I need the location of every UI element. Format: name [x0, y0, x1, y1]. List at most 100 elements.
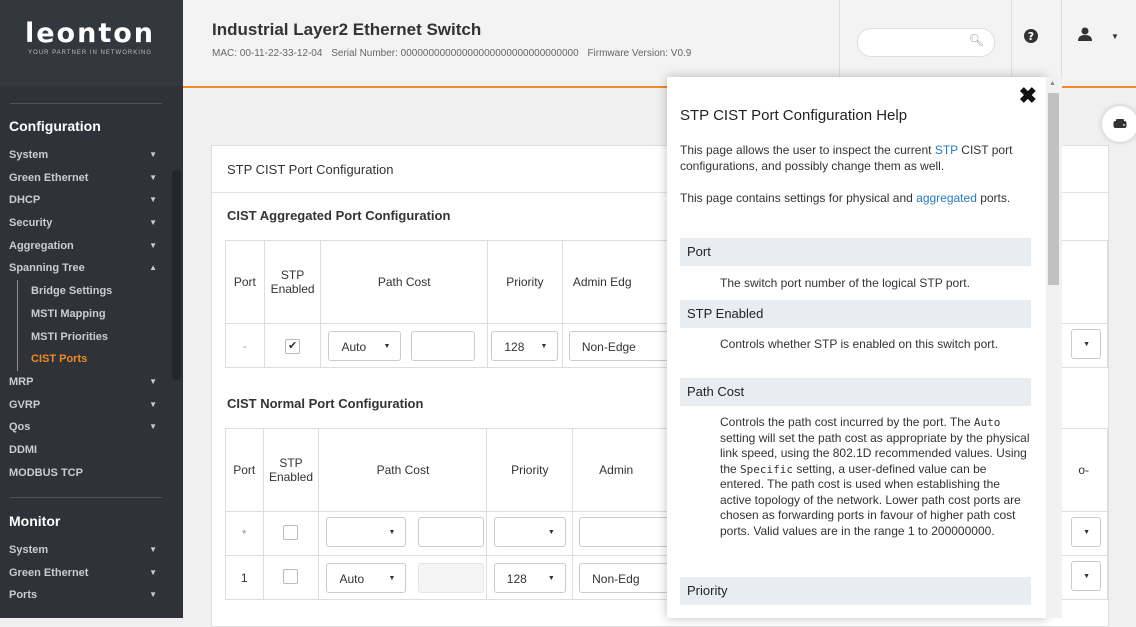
sidebar-item-ddmi[interactable]: DDMI [0, 439, 170, 462]
help-section-path-cost: Path Cost [680, 378, 1031, 406]
path-cost-input[interactable] [410, 330, 475, 361]
sidebar-item-label: Security [9, 217, 53, 230]
sidebar-scrollbar[interactable] [172, 170, 181, 380]
hidden-select[interactable]: ▼ [1071, 561, 1101, 591]
sidebar-item-system[interactable]: System ▼ [0, 144, 170, 167]
sidebar-item-green-ethernet[interactable]: Green Ethernet ▼ [0, 167, 170, 190]
sidebar-item-msti-priorities[interactable]: MSTI Priorities [0, 325, 170, 349]
sidebar-item-label: MODBUS TCP [9, 466, 83, 479]
sidebar-item-cist-ports[interactable]: CIST Ports [0, 348, 170, 371]
help-text: This page allows the user to inspect the… [680, 143, 935, 157]
path-cost-input[interactable] [417, 517, 484, 547]
help-popup: ✖ STP CIST Port Configuration Help This … [667, 77, 1047, 618]
scroll-up-icon[interactable]: ▲ [1049, 80, 1056, 87]
chevron-down-icon: ▼ [149, 545, 157, 554]
select-value: Auto [339, 571, 365, 586]
sidebar-item-bridge-settings[interactable]: Bridge Settings [0, 280, 170, 303]
sidebar-item-label: MRP [9, 375, 34, 388]
sidebar-item-label: Aggregation [9, 239, 74, 252]
sidebar-item-label: DHCP [9, 194, 41, 207]
path-cost-input[interactable] [417, 562, 484, 593]
help-desc-stp-enabled: Controls whether STP is enabled on this … [720, 337, 998, 351]
chevron-down-icon: ▼ [1083, 573, 1090, 580]
chevron-down-icon: ▼ [149, 376, 157, 386]
column-header-path-cost: Path Cost [320, 240, 488, 324]
select-value: Non-Edge [581, 339, 636, 354]
priority-select[interactable]: 128 ▼ [493, 562, 566, 593]
aggregated-link[interactable]: aggregated [916, 191, 977, 205]
user-icon[interactable] [1077, 26, 1093, 47]
select-value: 128 [506, 571, 527, 586]
scrollbar-thumb[interactable] [1048, 93, 1059, 285]
select-value: 128 [504, 339, 525, 354]
help-section-stp-enabled: STP Enabled [680, 300, 1031, 328]
page-title: Industrial Layer2 Ethernet Switch [212, 20, 482, 39]
sidebar-item-aggregation[interactable]: Aggregation ▼ [0, 235, 170, 258]
port-cell: * [225, 511, 264, 556]
sidebar-item-msti-mapping[interactable]: MSTI Mapping [0, 302, 170, 326]
help-scrollbar[interactable]: ▲ [1046, 77, 1062, 618]
help-text: Controls the path cost incurred by the p… [720, 415, 974, 429]
chevron-down-icon: ▼ [149, 590, 157, 600]
sidebar-item-monitor-system[interactable]: System ▼ [0, 539, 170, 562]
chevron-down-icon: ▼ [547, 529, 555, 536]
search-input[interactable]: 🔍︎ [857, 28, 995, 57]
stp-enabled-checkbox[interactable]: ✔ [285, 338, 301, 354]
column-header-stp-enabled: STP Enabled [262, 428, 320, 512]
path-cost-select[interactable]: ▼ [326, 517, 407, 547]
sidebar-divider [10, 497, 162, 498]
column-header-port: Port [225, 240, 265, 324]
priority-cell: ▼ [486, 511, 574, 556]
sidebar-item-label: Green Ethernet [9, 171, 89, 184]
stp-link[interactable]: STP [935, 143, 958, 157]
sidebar-item-monitor-ports[interactable]: Ports ▼ [0, 584, 170, 607]
sidebar-item-label: DDMI [9, 443, 38, 456]
chevron-down-icon[interactable]: ▼ [1111, 32, 1119, 41]
chevron-down-icon: ▼ [540, 342, 548, 350]
column-header-path-cost: Path Cost [318, 428, 488, 512]
stp-enabled-checkbox[interactable] [283, 524, 299, 540]
sidebar-heading-monitor: Monitor [9, 513, 61, 529]
column-header-stp-enabled: STP Enabled [263, 240, 322, 324]
sidebar: leonton YOUR PARTNER IN NETWORKING Confi… [0, 0, 183, 618]
sidebar-item-label: Ports [9, 589, 38, 602]
help-title: STP CIST Port Configuration Help [680, 107, 908, 124]
header-divider [839, 0, 840, 86]
port-cell: 1 [225, 555, 264, 600]
path-cost-cell: ▼ [318, 511, 488, 556]
column-header-priority: Priority [486, 428, 574, 512]
priority-select[interactable]: 128 ▼ [491, 330, 559, 361]
sidebar-item-monitor-green-ethernet[interactable]: Green Ethernet ▼ [0, 562, 170, 585]
hdd-icon[interactable] [1102, 106, 1136, 142]
help-icon[interactable]: ? [1021, 28, 1041, 48]
path-cost-select[interactable]: Auto ▼ [326, 562, 407, 593]
chevron-up-icon: ▲ [149, 263, 157, 273]
sidebar-item-qos[interactable]: Qos ▼ [0, 416, 170, 439]
firmware-version: Firmware Version: V0.9 [587, 48, 692, 59]
close-icon[interactable]: ✖ [1019, 83, 1037, 109]
aggregated-section-title: CIST Aggregated Port Configuration [227, 208, 451, 223]
sidebar-item-security[interactable]: Security ▼ [0, 212, 170, 235]
sidebar-item-modbus-tcp[interactable]: MODBUS TCP [0, 462, 170, 485]
hidden-select[interactable]: ▼ [1071, 329, 1101, 359]
column-header-port: Port [225, 428, 264, 512]
chevron-down-icon: ▼ [149, 422, 157, 432]
sidebar-item-dhcp[interactable]: DHCP ▼ [0, 189, 170, 212]
sidebar-item-gvrp[interactable]: GVRP ▼ [0, 394, 170, 417]
sidebar-item-spanning-tree[interactable]: Spanning Tree ▲ [0, 257, 170, 280]
path-cost-select[interactable]: Auto ▼ [328, 330, 402, 361]
logo[interactable]: leonton YOUR PARTNER IN NETWORKING [10, 20, 170, 57]
sidebar-item-label: System [9, 149, 49, 161]
sidebar-item-mrp[interactable]: MRP ▼ [0, 371, 170, 394]
chevron-down-icon: ▼ [547, 574, 555, 582]
priority-select[interactable]: ▼ [493, 517, 566, 547]
sidebar-item-label: Spanning Tree [9, 262, 85, 275]
hidden-select[interactable]: ▼ [1071, 517, 1101, 547]
chevron-down-icon: ▼ [149, 567, 157, 577]
logo-area: leonton YOUR PARTNER IN NETWORKING [0, 0, 183, 86]
monitor-menu: System ▼ Green Ethernet ▼ Ports ▼ [0, 539, 170, 607]
stp-enabled-cell [262, 555, 320, 600]
chevron-down-icon: ▼ [149, 150, 157, 159]
stp-enabled-checkbox[interactable] [283, 568, 299, 584]
panel-title: STP CIST Port Configuration [227, 162, 394, 177]
